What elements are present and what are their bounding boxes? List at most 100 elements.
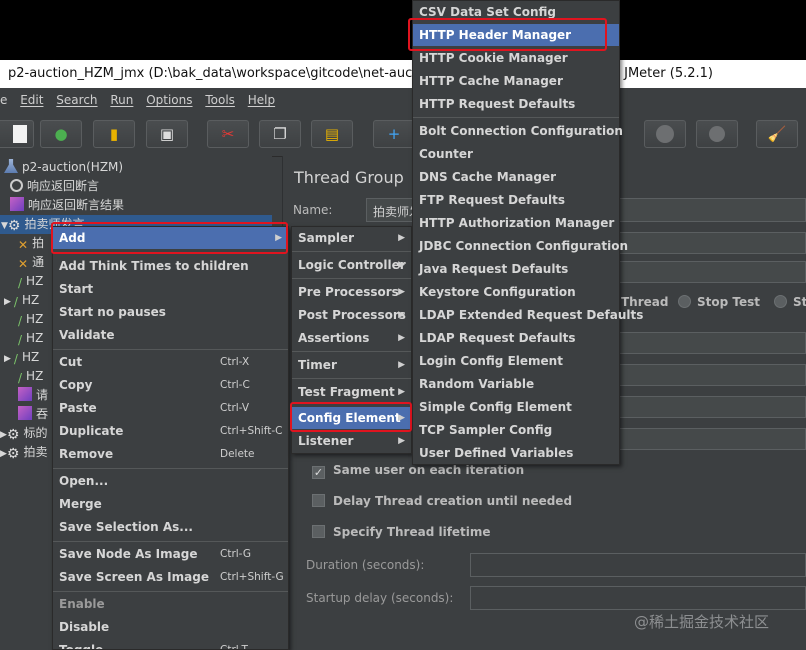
context-remove[interactable]: Remove Delete — [53, 443, 288, 465]
new-button[interactable] — [0, 120, 34, 148]
menu-run[interactable]: Run — [110, 93, 133, 107]
context-merge[interactable]: Merge — [53, 493, 288, 515]
config-bolt-connection[interactable]: Bolt Connection Configuration — [413, 120, 623, 142]
cut-button[interactable]: ✂ — [207, 120, 249, 148]
context-save-screen-as-image[interactable]: Save Screen As Image Ctrl+Shift-G — [53, 566, 288, 588]
tree-item[interactable]: / HZ — [18, 310, 43, 329]
same-user-checkbox[interactable]: ✓ Same user on each iteration — [312, 463, 524, 479]
tree-item[interactable]: ▶ / HZ — [4, 348, 39, 367]
tree-item[interactable]: p2-auction(HZM) — [4, 158, 123, 177]
menu-search[interactable]: Search — [56, 93, 97, 107]
config-tcp-sampler-config[interactable]: TCP Sampler Config — [413, 419, 619, 441]
tree-item[interactable]: ▶⚙ 标的 — [0, 424, 48, 443]
tree-item[interactable]: ▶⚙ 拍卖 — [0, 443, 48, 462]
submenu-pre-processors[interactable]: Pre Processors ▶ — [292, 281, 411, 303]
submenu-listener[interactable]: Listener ▶ — [292, 430, 411, 452]
context-save-selection-as[interactable]: Save Selection As... — [53, 516, 288, 538]
context-start[interactable]: Start — [53, 278, 288, 300]
config-dns-cache-manager[interactable]: DNS Cache Manager — [413, 166, 619, 188]
duration-field[interactable] — [470, 553, 806, 577]
config-http-authorization-manager[interactable]: HTTP Authorization Manager — [413, 212, 619, 234]
copy-button[interactable]: ❐ — [259, 120, 301, 148]
menu-options[interactable]: Options — [146, 93, 192, 107]
menu-edit[interactable]: Edit — [20, 93, 43, 107]
expand-button[interactable]: + — [373, 120, 415, 148]
tree-item-label: 通 — [32, 255, 45, 269]
tree-item[interactable]: 吞 — [18, 405, 48, 424]
config-http-request-defaults[interactable]: HTTP Request Defaults — [413, 93, 619, 115]
shutdown-button[interactable] — [696, 120, 738, 148]
context-disable[interactable]: Disable — [53, 616, 288, 638]
pipette-icon: / — [18, 314, 23, 328]
submenu-arrow-icon: ▶ — [398, 233, 405, 243]
window-title: p2-auction_HZM_jmx (D:\bak_data\workspac… — [8, 66, 451, 81]
tree-item-label: 拍 — [32, 236, 45, 250]
loop-count-field[interactable] — [612, 396, 806, 418]
tree-item[interactable]: 响应返回断言结果 — [10, 196, 124, 215]
config-login-config-element[interactable]: Login Config Element — [413, 350, 619, 372]
context-toggle[interactable]: Toggle Ctrl-T — [53, 639, 288, 649]
radio-stop-test[interactable]: Stop Test — [678, 295, 760, 309]
context-open[interactable]: Open... — [53, 470, 288, 492]
config-ftp-request-defaults[interactable]: FTP Request Defaults — [413, 189, 619, 211]
submenu-test-fragment[interactable]: Test Fragment ▶ — [292, 381, 411, 403]
config-jdbc-connection[interactable]: JDBC Connection Configuration — [413, 235, 628, 257]
context-save-node-as-image[interactable]: Save Node As Image Ctrl-G — [53, 543, 288, 565]
context-paste[interactable]: Paste Ctrl-V — [53, 397, 288, 419]
open-button[interactable]: ▮ — [93, 120, 135, 148]
submenu-arrow-icon: ▶ — [398, 387, 405, 397]
tree-item-label: p2-auction(HZM) — [22, 160, 124, 174]
config-ldap-extended-request-defaults[interactable]: LDAP Extended Request Defaults — [413, 304, 643, 326]
config-http-cache-manager[interactable]: HTTP Cache Manager — [413, 70, 619, 92]
menu-tools[interactable]: Tools — [205, 93, 235, 107]
config-java-request-defaults[interactable]: Java Request Defaults — [413, 258, 619, 280]
radio-stop-test-now[interactable]: St — [774, 295, 806, 309]
stop-button[interactable] — [644, 120, 686, 148]
threads-field[interactable] — [612, 332, 806, 354]
config-random-variable[interactable]: Random Variable — [413, 373, 619, 395]
infinite-field[interactable] — [612, 428, 806, 450]
tree-item[interactable]: 请 — [18, 386, 48, 405]
config-ldap-request-defaults[interactable]: LDAP Request Defaults — [413, 327, 619, 349]
submenu-post-processors[interactable]: Post Processors ▶ — [292, 304, 411, 326]
chart-icon — [18, 387, 32, 401]
submenu-sampler[interactable]: Sampler ▶ — [292, 227, 411, 249]
comments-field[interactable] — [612, 232, 806, 254]
startup-delay-field[interactable] — [470, 586, 806, 610]
context-validate[interactable]: Validate — [53, 324, 288, 346]
highlight-box-add — [51, 222, 288, 254]
context-cut[interactable]: Cut Ctrl-X — [53, 351, 288, 373]
rampup-field[interactable] — [612, 364, 806, 386]
context-add-think-times[interactable]: Add Think Times to children — [53, 255, 288, 277]
save-button[interactable]: ▣ — [146, 120, 188, 148]
menu-help[interactable]: Help — [248, 93, 275, 107]
menu-item-label: Sampler — [298, 231, 355, 245]
context-duplicate[interactable]: Duplicate Ctrl+Shift-C — [53, 420, 288, 442]
tree-item[interactable]: / HZ — [18, 367, 43, 386]
config-counter[interactable]: Counter — [413, 143, 619, 165]
menu-separator — [292, 351, 411, 352]
paste-button[interactable]: ▤ — [311, 120, 353, 148]
specify-lifetime-checkbox[interactable]: Specify Thread lifetime — [312, 525, 491, 539]
templates-button[interactable]: ● — [40, 120, 82, 148]
config-keystore[interactable]: Keystore Configuration — [413, 281, 619, 303]
delay-thread-checkbox[interactable]: Delay Thread creation until needed — [312, 494, 572, 508]
tree-item[interactable]: ✕ 拍 — [18, 234, 44, 253]
tree-item[interactable]: / HZ — [18, 272, 43, 291]
menu-file[interactable]: e — [0, 93, 7, 107]
context-copy[interactable]: Copy Ctrl-C — [53, 374, 288, 396]
tree-item[interactable]: ✕ 通 — [18, 253, 44, 272]
menu-item-label: Login Config Element — [419, 354, 563, 368]
submenu-logic-controller[interactable]: Logic Controller ▶ — [292, 254, 411, 276]
tree-item[interactable]: ▶ / HZ — [4, 291, 39, 310]
config-simple-config-element[interactable]: Simple Config Element — [413, 396, 619, 418]
clear-button[interactable]: 🧹 — [756, 120, 798, 148]
config-user-defined-variables[interactable]: User Defined Variables — [413, 442, 619, 464]
context-enable[interactable]: Enable — [53, 593, 288, 615]
tree-item[interactable]: / HZ — [18, 329, 43, 348]
context-start-no-pauses[interactable]: Start no pauses — [53, 301, 288, 323]
submenu-assertions[interactable]: Assertions ▶ — [292, 327, 411, 349]
menu-item-label: HTTP Request Defaults — [419, 97, 576, 111]
submenu-timer[interactable]: Timer ▶ — [292, 354, 411, 376]
tree-item[interactable]: 响应返回断言 — [10, 177, 99, 196]
